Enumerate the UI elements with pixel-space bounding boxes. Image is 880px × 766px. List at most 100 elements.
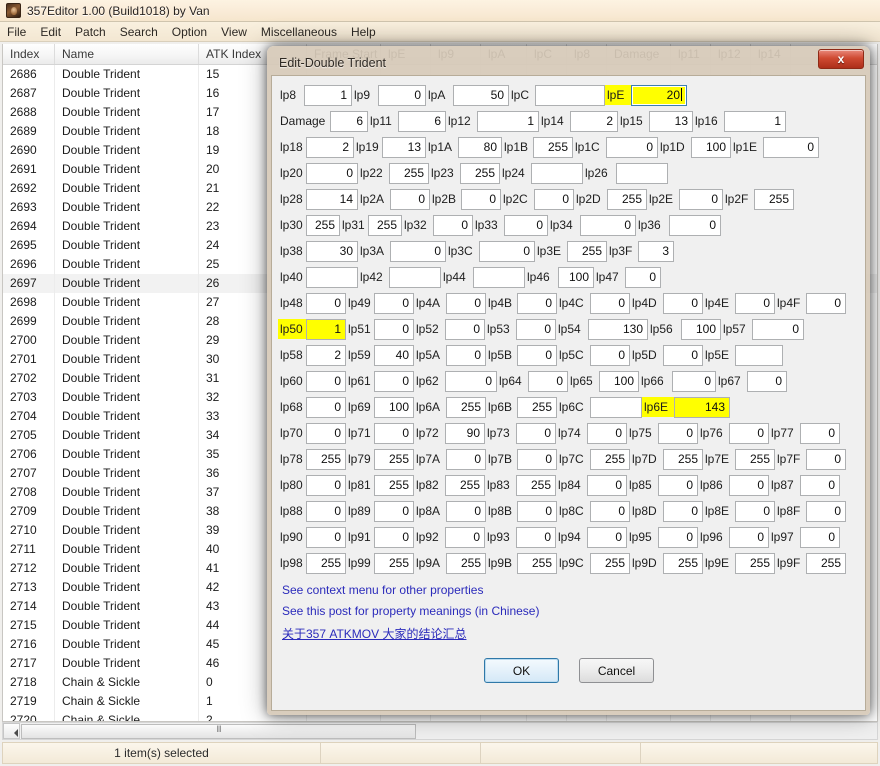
field-input[interactable]: 0 [517,448,557,470]
field-input[interactable]: 0 [735,500,775,522]
field-input[interactable]: 0 [590,500,630,522]
column-header[interactable]: Name [55,44,199,64]
field-input[interactable]: 0 [806,448,846,470]
field-input[interactable]: 255 [517,552,557,574]
field-input[interactable]: 0 [663,500,703,522]
field-input[interactable]: 255 [754,188,794,210]
field-input[interactable]: 2 [570,110,618,132]
field-input[interactable]: 3 [638,240,674,262]
field-input[interactable]: 255 [374,448,414,470]
field-input[interactable]: 0 [587,422,627,444]
field-input[interactable]: 6 [398,110,446,132]
field-input[interactable]: 0 [374,526,414,548]
dialog-buttons[interactable]: OK Cancel [278,658,860,683]
field-input[interactable]: 13 [649,110,693,132]
field-input[interactable]: 100 [374,396,414,418]
scroll-left-arrow-icon[interactable] [3,723,20,739]
field-input[interactable]: 255 [460,162,500,184]
field-input[interactable]: 0 [374,318,414,340]
info-link[interactable]: See context menu for other properties [282,583,860,597]
field-input[interactable]: 0 [516,318,556,340]
field-input[interactable]: 130 [588,318,648,340]
menu-item-edit[interactable]: Edit [33,23,68,41]
field-input[interactable]: 0 [663,292,703,314]
field-input[interactable]: 0 [306,526,346,548]
field-input[interactable]: 255 [374,552,414,574]
field-input[interactable]: 0 [806,292,846,314]
field-input[interactable]: 0 [590,292,630,314]
field-input[interactable] [735,344,783,366]
field-input[interactable]: 255 [446,552,486,574]
info-link[interactable]: See this post for property meanings (in … [282,604,860,618]
field-input[interactable]: 255 [446,396,486,418]
field-input[interactable]: 0 [528,370,568,392]
field-input[interactable]: 0 [729,526,769,548]
field-input[interactable]: 0 [306,396,346,418]
scrollbar-thumb[interactable] [21,723,416,739]
field-input[interactable]: 6 [330,110,368,132]
field-input[interactable]: 255 [806,552,846,574]
field-input[interactable]: 0 [735,292,775,314]
field-input[interactable] [535,84,605,106]
menu-item-file[interactable]: File [0,23,33,41]
close-icon[interactable]: x [818,49,864,69]
menu-item-patch[interactable]: Patch [68,23,113,41]
horizontal-scrollbar[interactable] [2,722,878,740]
field-input[interactable]: 30 [306,240,358,262]
field-input[interactable]: 0 [306,370,346,392]
field-input[interactable]: 0 [800,422,840,444]
field-input[interactable]: 0 [374,370,414,392]
field-input[interactable]: 0 [374,500,414,522]
field-input[interactable]: 0 [516,526,556,548]
field-input[interactable]: 0 [606,136,658,158]
field-input[interactable] [389,266,441,288]
field-input[interactable]: 255 [663,448,703,470]
dialog-links[interactable]: See context menu for other properties See… [278,583,860,642]
field-input[interactable]: 2 [306,344,346,366]
field-input[interactable]: 0 [446,344,486,366]
field-input[interactable]: 0 [446,292,486,314]
field-input[interactable]: 0 [587,474,627,496]
menu-item-view[interactable]: View [214,23,254,41]
field-input[interactable]: 0 [445,318,485,340]
field-input[interactable]: 40 [374,344,414,366]
field-input[interactable]: 0 [658,422,698,444]
field-input[interactable]: 255 [516,474,556,496]
field-input[interactable]: 0 [587,526,627,548]
field-input[interactable]: 255 [517,396,557,418]
field-input[interactable] [531,162,583,184]
field-input[interactable]: 0 [517,500,557,522]
field-input[interactable] [473,266,525,288]
field-input[interactable]: 255 [389,162,429,184]
field-input[interactable]: 1 [306,318,346,340]
field-input[interactable]: 255 [590,552,630,574]
field-input[interactable]: 255 [663,552,703,574]
field-input[interactable]: 0 [374,422,414,444]
field-input[interactable]: 0 [306,292,346,314]
cancel-button[interactable]: Cancel [579,658,654,683]
info-link[interactable]: 关于357 ATKMOV 大家的结论汇总 [282,625,860,642]
field-input[interactable]: 255 [306,214,340,236]
field-input[interactable]: 255 [306,552,346,574]
field-input[interactable]: 50 [453,84,509,106]
field-input[interactable]: 0 [446,448,486,470]
field-input[interactable]: 255 [607,188,647,210]
field-input[interactable]: 0 [461,188,501,210]
field-input[interactable]: 0 [517,292,557,314]
field-input[interactable]: 0 [663,344,703,366]
field-input[interactable]: 0 [752,318,804,340]
field-input[interactable]: 255 [533,136,573,158]
field-input[interactable]: 255 [735,552,775,574]
field-input[interactable]: 0 [729,422,769,444]
field-input[interactable]: 20 [631,84,687,106]
field-input[interactable]: 0 [534,188,574,210]
field-input[interactable]: 0 [580,214,636,236]
field-input[interactable]: 0 [658,474,698,496]
field-input[interactable]: 255 [567,240,607,262]
field-input[interactable]: 0 [747,370,787,392]
field-input[interactable]: 0 [669,214,721,236]
menu-item-help[interactable]: Help [344,23,383,41]
field-input[interactable]: 0 [679,188,723,210]
field-input[interactable]: 100 [691,136,731,158]
field-input[interactable]: 143 [674,396,730,418]
